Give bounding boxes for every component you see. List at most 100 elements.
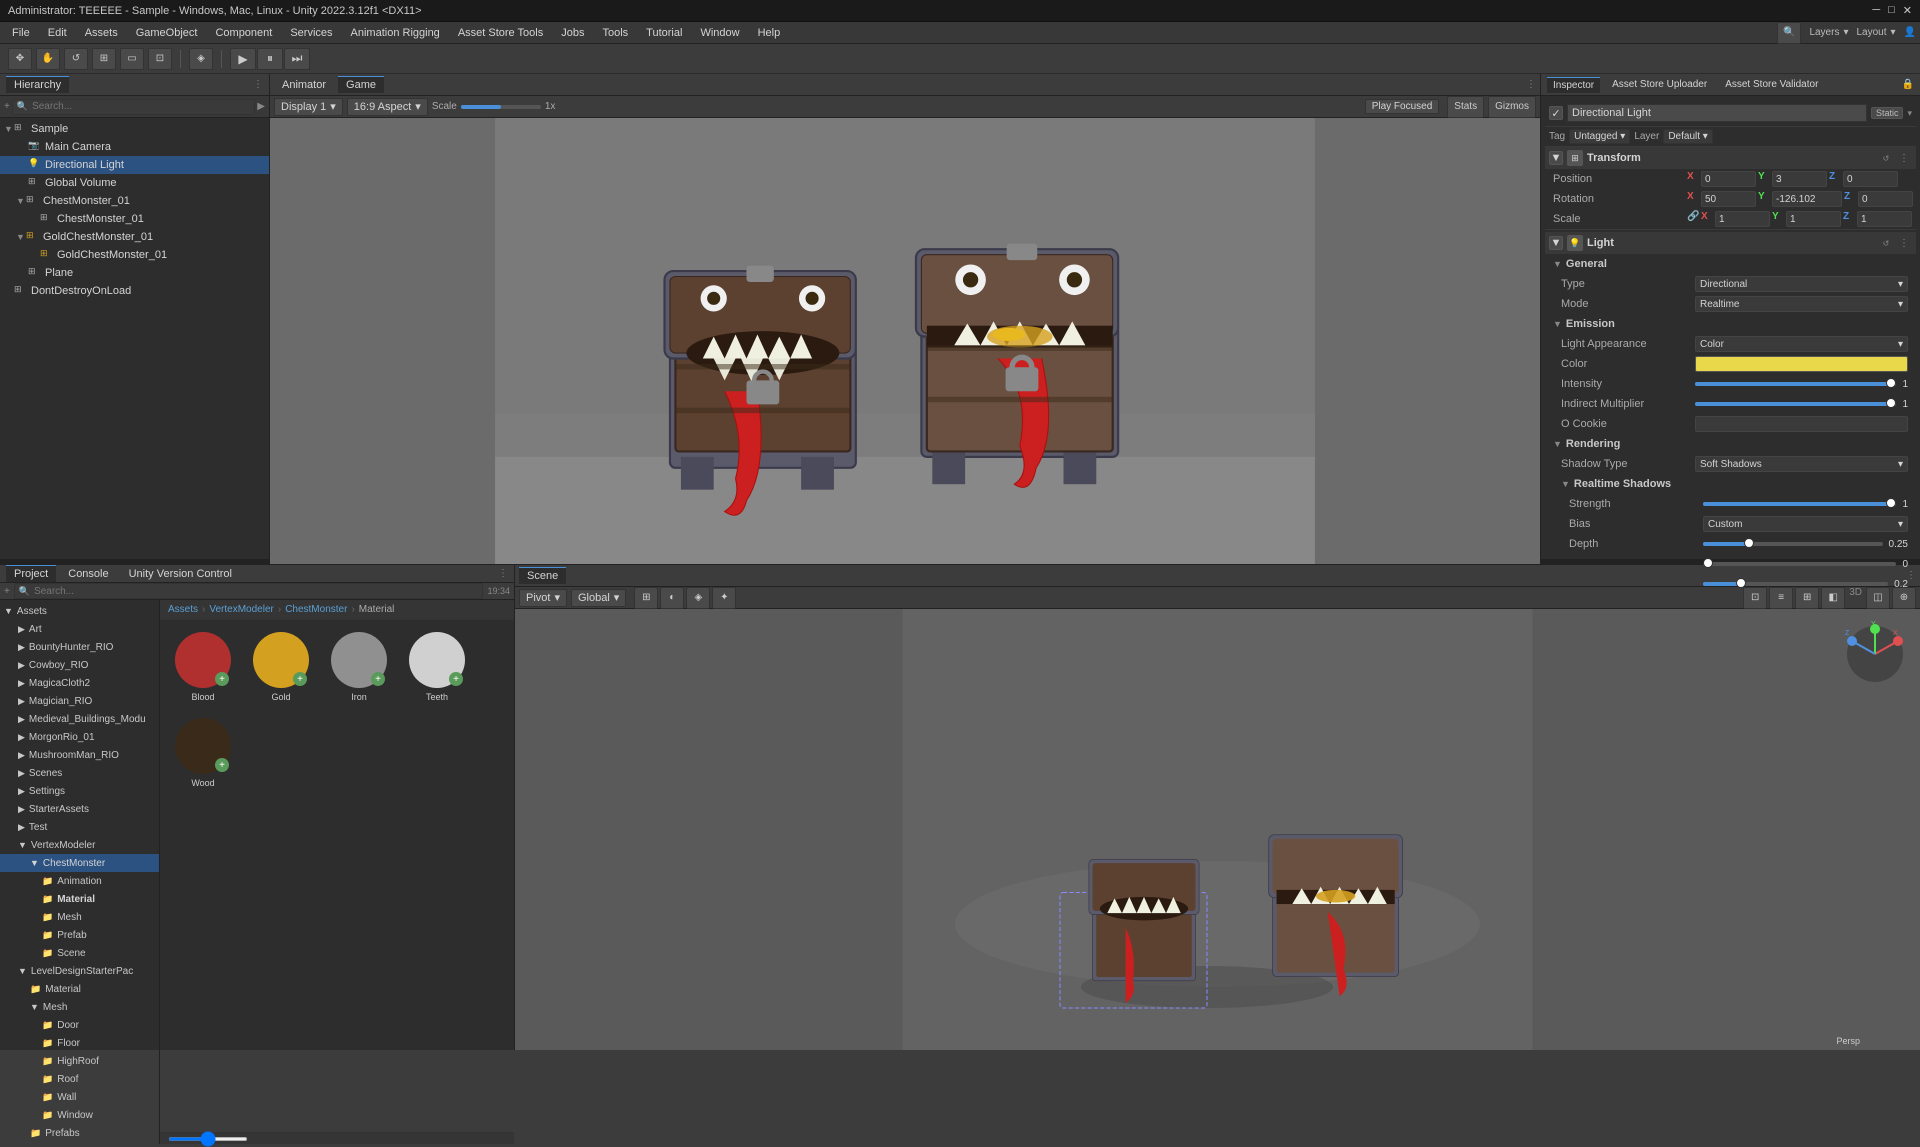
asset-wood[interactable]: + Wood xyxy=(168,714,238,792)
menu-jobs[interactable]: Jobs xyxy=(553,25,592,41)
scene-gizmo[interactable]: X Y Z xyxy=(1840,619,1910,689)
aspect-dropdown[interactable]: 16:9 Aspect ▾ xyxy=(347,98,428,116)
rendering-section-header[interactable]: ▼ Rendering xyxy=(1545,434,1916,454)
mode-dropdown[interactable]: Realtime ▾ xyxy=(1695,296,1908,312)
rotate-tool-btn[interactable]: ↺ xyxy=(64,48,88,70)
menu-tutorial[interactable]: Tutorial xyxy=(638,25,690,41)
light-header[interactable]: ▼ 💡 Light ↺ ⋮ xyxy=(1545,232,1916,254)
tree-item-starter[interactable]: ▶ StarterAssets xyxy=(0,800,159,818)
gold-add-btn[interactable]: + xyxy=(293,672,307,686)
light-gear-icon[interactable]: ⋮ xyxy=(1896,235,1912,251)
scene-pivot-dropdown[interactable]: Pivot▾ xyxy=(519,589,567,607)
tree-item-morgon[interactable]: ▶ MorgonRio_01 xyxy=(0,728,159,746)
tree-item-level-material[interactable]: 📁 Material xyxy=(0,980,159,998)
tree-item-wall[interactable]: 📁 Wall xyxy=(0,1088,159,1106)
transform-expand-arrow[interactable]: ▼ xyxy=(1549,151,1563,165)
scale-tool-btn[interactable]: ⊞ xyxy=(92,48,116,70)
realtime-shadows-header[interactable]: ▼ Realtime Shadows xyxy=(1545,474,1916,494)
strength-slider[interactable]: 1 xyxy=(1703,496,1908,512)
h-item-main-camera[interactable]: 📷 Main Camera xyxy=(0,138,269,156)
tree-item-mushroom[interactable]: ▶ MushroomMan_RIO xyxy=(0,746,159,764)
project-options[interactable]: ⋮ xyxy=(498,568,508,579)
h-item-chest-monster[interactable]: ▼ ⊞ ChestMonster_01 xyxy=(0,192,269,210)
tree-item-vertexmodeler[interactable]: ▼ VertexModeler xyxy=(0,836,159,854)
menu-assets[interactable]: Assets xyxy=(77,25,126,41)
menu-help[interactable]: Help xyxy=(750,25,789,41)
custom-tool-btn[interactable]: ◈ xyxy=(189,48,213,70)
transform-header[interactable]: ▼ ⊞ Transform ↺ ⋮ xyxy=(1545,147,1916,169)
move-tool-btn[interactable]: ✥ xyxy=(8,48,32,70)
scene-render-btn[interactable]: ◐ xyxy=(660,587,684,609)
teeth-add-btn[interactable]: + xyxy=(449,672,463,686)
transform-reset-btn[interactable]: ↺ xyxy=(1880,152,1892,164)
light-appearance-dropdown[interactable]: Color ▾ xyxy=(1695,336,1908,352)
tab-scene[interactable]: Scene xyxy=(519,567,566,584)
tree-item-cowboy[interactable]: ▶ Cowboy_RIO xyxy=(0,656,159,674)
hierarchy-search[interactable]: 🔍 xyxy=(17,101,28,112)
h-item-directional-light[interactable]: 💡 Directional Light xyxy=(0,156,269,174)
tree-item-door[interactable]: 📁 Door xyxy=(0,1016,159,1034)
game-panel-options[interactable]: ⋮ xyxy=(1526,79,1536,90)
tab-animator[interactable]: Animator xyxy=(274,77,334,93)
scl-z-field[interactable]: 1 xyxy=(1857,211,1912,227)
type-dropdown[interactable]: Directional ▾ xyxy=(1695,276,1908,292)
static-arrow[interactable]: ▾ xyxy=(1907,108,1912,119)
menu-services[interactable]: Services xyxy=(282,25,340,41)
tree-item-medieval[interactable]: ▶ Medieval_Buildings_Modu xyxy=(0,710,159,728)
blood-add-btn[interactable]: + xyxy=(215,672,229,686)
tree-item-assets[interactable]: ▼ Assets xyxy=(0,602,159,620)
pos-z-field[interactable]: 0 xyxy=(1843,171,1898,187)
pos-y-field[interactable]: 3 xyxy=(1772,171,1827,187)
h-item-gold-chest-child[interactable]: ⊞ GoldChestMonster_01 xyxy=(0,246,269,264)
transform-gear-icon[interactable]: ⋮ xyxy=(1896,150,1912,166)
rot-x-field[interactable]: 50 xyxy=(1701,191,1756,207)
h-item-chest-monster-child[interactable]: ⊞ ChestMonster_01 xyxy=(0,210,269,228)
scale-slider[interactable] xyxy=(461,105,541,109)
cookie-field[interactable] xyxy=(1695,416,1908,432)
asset-iron[interactable]: + Iron xyxy=(324,628,394,706)
menu-asset-store-tools[interactable]: Asset Store Tools xyxy=(450,25,551,41)
tree-item-material[interactable]: 📁 Material xyxy=(0,890,159,908)
light-expand-arrow[interactable]: ▼ xyxy=(1549,236,1563,250)
near-plane-slider[interactable]: 0.2 xyxy=(1703,576,1908,592)
tree-item-prefabs[interactable]: 📁 Prefabs xyxy=(0,1124,159,1142)
menu-window[interactable]: Window xyxy=(692,25,747,41)
asset-gold[interactable]: + Gold xyxy=(246,628,316,706)
tree-item-scene[interactable]: 📁 Scene xyxy=(0,944,159,962)
tag-dropdown[interactable]: Untagged ▾ xyxy=(1569,129,1630,144)
inspector-component-name[interactable]: Directional Light xyxy=(1567,104,1867,122)
project-search-input[interactable] xyxy=(34,586,478,597)
stats-btn[interactable]: Stats xyxy=(1447,96,1484,118)
scene-global-dropdown[interactable]: Global▾ xyxy=(571,589,626,607)
rot-y-field[interactable]: -126.102 xyxy=(1772,191,1842,207)
tab-inspector[interactable]: Inspector xyxy=(1547,77,1600,93)
menu-file[interactable]: File xyxy=(4,25,38,41)
tree-item-prefab[interactable]: 📁 Prefab xyxy=(0,926,159,944)
layer-dropdown[interactable]: Default ▾ xyxy=(1663,129,1713,144)
indirect-multiplier-slider[interactable]: 1 xyxy=(1695,396,1908,412)
maximize-btn[interactable]: □ xyxy=(1888,4,1895,17)
inspector-active-checkbox[interactable]: ✓ xyxy=(1549,106,1563,120)
tree-item-level-mesh[interactable]: ▼ Mesh xyxy=(0,998,159,1016)
scl-y-field[interactable]: 1 xyxy=(1786,211,1841,227)
tab-console[interactable]: Console xyxy=(60,566,116,582)
asset-teeth[interactable]: + Teeth xyxy=(402,628,472,706)
menu-gameobject[interactable]: GameObject xyxy=(128,25,206,41)
scene-grid-btn[interactable]: ⊞ xyxy=(634,587,658,609)
scene-effects-btn[interactable]: ✦ xyxy=(712,587,736,609)
tree-item-chestmonster[interactable]: ▼ ChestMonster xyxy=(0,854,159,872)
iron-add-btn[interactable]: + xyxy=(371,672,385,686)
tree-item-test[interactable]: ▶ Test xyxy=(0,818,159,836)
wood-add-btn[interactable]: + xyxy=(215,758,229,772)
close-btn[interactable]: ✕ xyxy=(1903,4,1912,17)
scene-material-btn[interactable]: ◈ xyxy=(686,587,710,609)
pause-btn[interactable]: ⏸ xyxy=(257,48,283,70)
play-focused-btn[interactable]: Play Focused xyxy=(1365,99,1440,114)
tree-item-scenes[interactable]: ▶ Scenes xyxy=(0,764,159,782)
bias-dropdown[interactable]: Custom ▾ xyxy=(1703,516,1908,532)
menu-animation-rigging[interactable]: Animation Rigging xyxy=(343,25,448,41)
tab-game[interactable]: Game xyxy=(338,76,384,93)
tree-item-level-design[interactable]: ▼ LevelDesignStarterPac xyxy=(0,962,159,980)
tree-item-mesh[interactable]: 📁 Mesh xyxy=(0,908,159,926)
h-item-plane[interactable]: ⊞ Plane xyxy=(0,264,269,282)
